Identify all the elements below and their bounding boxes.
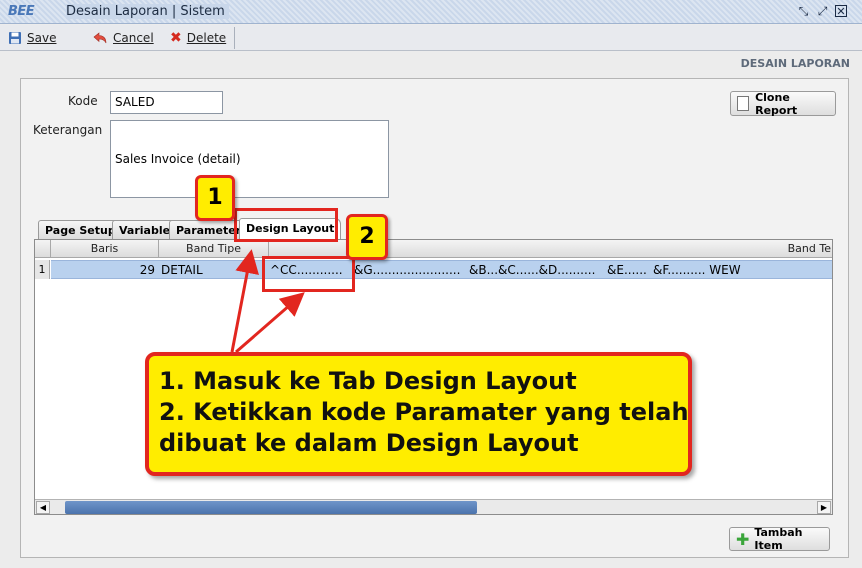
cell-baris[interactable]: 29: [51, 263, 155, 277]
row-header-corner: [35, 240, 51, 258]
scrollbar-thumb[interactable]: [65, 501, 477, 514]
tab-page-setup[interactable]: Page Setup: [38, 220, 123, 239]
restore-icon[interactable]: ⤡: [796, 4, 811, 19]
column-header-band-tipe[interactable]: Band Tipe: [159, 240, 269, 258]
maximize-icon[interactable]: ⤢: [815, 4, 830, 19]
scroll-left-icon[interactable]: ◀: [36, 501, 50, 514]
column-header-baris[interactable]: Baris: [51, 240, 159, 258]
close-icon[interactable]: ✕: [835, 5, 847, 17]
tambah-item-label: Tambah Item: [754, 526, 803, 552]
cancel-button[interactable]: Cancel: [92, 28, 154, 48]
tambah-item-button[interactable]: ✚ Tambah Item: [729, 526, 830, 552]
delete-button[interactable]: ✖ Delete: [170, 28, 226, 48]
cell-band-text-part[interactable]: &E......: [607, 263, 647, 277]
cancel-label: Cancel: [113, 31, 154, 45]
delete-icon: ✖: [170, 30, 182, 46]
save-icon: [9, 32, 21, 44]
instruction-line: dibuat ke dalam Design Layout: [159, 429, 579, 457]
tab-label: Parameter: [176, 224, 242, 237]
cell-band-text-part[interactable]: &B...&C......&D..........: [469, 263, 595, 277]
row-number: 1: [35, 260, 50, 279]
table-row[interactable]: 29 DETAIL ^CC............ &G............…: [51, 260, 832, 279]
clone-report-label: Clone Report: [755, 90, 798, 117]
save-label: Save: [27, 31, 57, 45]
tab-label: Variable: [119, 224, 171, 237]
title-bar: BEE Desain Laporan | Sistem ⤡ ⤢ ✕: [0, 0, 862, 24]
window-title: Desain Laporan | Sistem: [66, 4, 229, 19]
undo-icon: [93, 32, 107, 44]
kode-label: Kode: [68, 94, 98, 108]
keterangan-textarea[interactable]: Sales Invoice (detail): [110, 120, 389, 198]
keterangan-label: Keterangan: [33, 123, 103, 137]
tab-variable[interactable]: Variable: [112, 220, 178, 239]
cell-band-text-part[interactable]: &G.......................: [354, 263, 460, 277]
document-icon: [737, 96, 750, 111]
instruction-line: 2. Ketikkan kode Paramater yang telah: [159, 398, 689, 426]
instruction-line: 1. Masuk ke Tab Design Layout: [159, 367, 577, 395]
delete-label: Delete: [186, 31, 227, 45]
annotation-badge-2: 2: [346, 214, 388, 260]
horizontal-scrollbar[interactable]: ◀ ▶: [35, 499, 832, 514]
annotation-badge-1: 1: [195, 175, 235, 221]
kode-input[interactable]: SALED: [110, 91, 223, 114]
panel-title: DESAIN LAPORAN: [740, 57, 850, 70]
clone-report-button[interactable]: Clone Report: [730, 90, 836, 117]
toolbar-divider: [234, 27, 235, 49]
tab-label: Page Setup: [45, 224, 116, 237]
save-button[interactable]: Save: [8, 28, 56, 48]
toolbar: Save Cancel ✖ Delete: [0, 25, 862, 51]
app-logo: BEE: [8, 4, 35, 19]
highlight-parameter-cell: [262, 256, 355, 292]
cell-band-tipe[interactable]: DETAIL: [161, 263, 203, 277]
plus-icon: ✚: [736, 529, 750, 549]
instruction-callout: 1. Masuk ke Tab Design Layout 2. Ketikka…: [145, 352, 692, 476]
scroll-right-icon[interactable]: ▶: [817, 501, 831, 514]
cell-band-text-part[interactable]: &F.......... WEW: [653, 263, 741, 277]
highlight-design-layout-tab: [234, 208, 338, 242]
